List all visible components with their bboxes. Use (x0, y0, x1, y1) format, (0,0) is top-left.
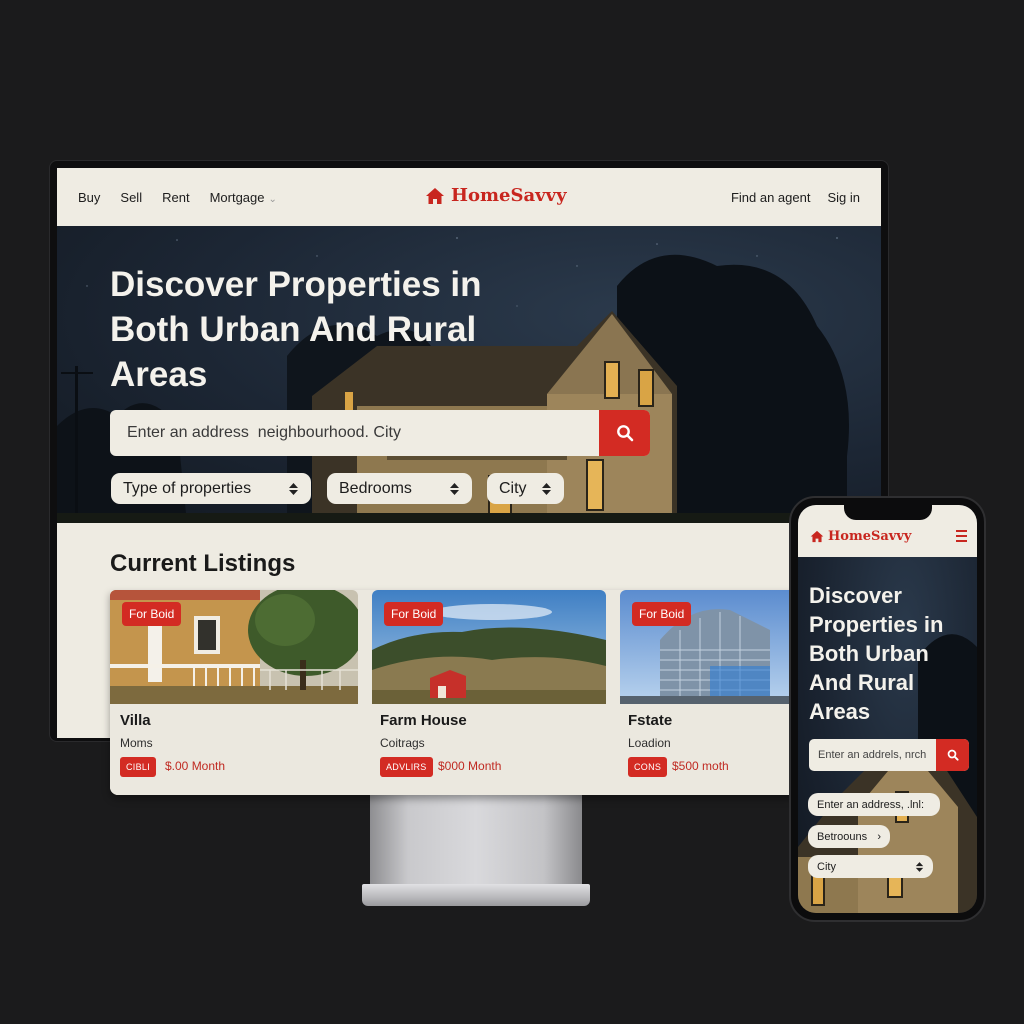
address-search-bar (110, 410, 650, 456)
nav-links: Buy Sell Rent Mortgage ⌄ (78, 190, 277, 205)
brand-name: HomeSavvy (451, 185, 567, 206)
search-icon (947, 749, 959, 761)
up-down-arrows-icon (450, 482, 459, 495)
listings-title: Current Listings (110, 550, 296, 577)
search-button[interactable] (599, 410, 650, 456)
nav-mortgage[interactable]: Mortgage ⌄ (210, 190, 277, 205)
listing-cards: For Boid Villa Moms CIBLI $.00 Month For… (110, 590, 800, 795)
listing-tag: ADVLIRS (380, 757, 433, 777)
filter-bedrooms[interactable]: Bedrooms (327, 473, 472, 504)
mobile-screen: HomeSavvy Discover Properties in Both Ur… (798, 505, 977, 913)
monitor-stand (370, 793, 582, 893)
mobile-search-button[interactable] (936, 739, 969, 771)
listing-card-villa[interactable]: For Boid Villa Moms CIBLI $.00 Month (110, 590, 358, 795)
search-icon (616, 425, 633, 442)
hero-title: Discover Properties in Both Urban And Ru… (110, 265, 482, 394)
listing-price: $.00 Month (165, 759, 226, 773)
listing-card-farm-house[interactable]: For Boid Farm House Coitrags ADVLIRS $00… (372, 590, 606, 795)
hamburger-menu-icon[interactable] (956, 530, 967, 545)
nav-account: Find an agent Sig in (731, 190, 860, 205)
chevron-right-icon: › (877, 830, 881, 843)
listing-badge: For Boid (122, 602, 182, 626)
listing-subtitle: Moms (120, 736, 153, 750)
nav-rent[interactable]: Rent (162, 190, 189, 205)
mobile-hero: Discover Properties in Both Urban And Ru… (798, 557, 977, 913)
brand-logo[interactable]: HomeSavvy (425, 185, 567, 206)
listing-tag: CIBLI (120, 757, 157, 777)
mobile-address-filter[interactable]: Enter an address, .lnl: (808, 793, 940, 816)
find-agent-link[interactable]: Find an agent (731, 190, 811, 205)
mobile-address-filter-label: Enter an address, .lnl: (817, 798, 925, 811)
listing-card-estate[interactable]: For Boid Fstate Loadion CONS $500 moth (620, 590, 800, 795)
listing-badge: For Boid (632, 602, 692, 626)
house-icon (810, 530, 824, 543)
mobile-bedrooms-filter-label: Betroouns (817, 830, 868, 843)
mobile-bedrooms-filter[interactable]: Betroouns › (808, 825, 890, 848)
nav-sell[interactable]: Sell (120, 190, 142, 205)
listing-tag: CONS (628, 757, 668, 777)
filter-city[interactable]: City (487, 473, 564, 504)
address-search-input[interactable] (110, 410, 599, 456)
listing-subtitle: Loadion (628, 736, 671, 750)
mobile-city-filter-label: City (817, 860, 836, 873)
phone-notch (844, 500, 932, 520)
filter-bedrooms-label: Bedrooms (339, 479, 412, 497)
filter-property-type[interactable]: Type of properties (111, 473, 311, 504)
listing-badge: For Boid (384, 602, 444, 626)
listing-title: Farm House (380, 712, 467, 729)
mobile-hero-title: Discover Properties in Both Urban And Ru… (809, 583, 944, 724)
sign-in-link[interactable]: Sig in (827, 190, 860, 205)
mobile-search-bar (809, 739, 969, 771)
listing-price: $000 Month (438, 759, 502, 773)
house-icon (426, 187, 444, 204)
filter-property-type-label: Type of properties (123, 479, 252, 497)
up-down-arrows-icon (542, 482, 551, 495)
listing-subtitle: Coitrags (380, 736, 425, 750)
up-down-arrows-icon (915, 861, 924, 872)
top-navbar: Buy Sell Rent Mortgage ⌄ HomeSavvy Find a… (57, 168, 881, 226)
mobile-city-filter[interactable]: City (808, 855, 933, 878)
mobile-brand-name: HomeSavvy (828, 529, 912, 544)
chevron-down-icon[interactable]: ⌄ (268, 194, 276, 205)
filter-city-label: City (499, 479, 527, 497)
listing-price: $500 moth (672, 759, 729, 773)
listing-title: Villa (120, 712, 151, 729)
nav-buy[interactable]: Buy (78, 190, 100, 205)
mobile-brand-logo[interactable]: HomeSavvy (810, 529, 911, 544)
nav-mortgage-label: Mortgage (209, 189, 265, 205)
up-down-arrows-icon (289, 482, 298, 495)
mobile-search-input[interactable] (809, 739, 936, 771)
monitor-stand-base (362, 884, 590, 906)
hero-section: Discover Properties in Both Urban And Ru… (57, 226, 881, 523)
listing-title: Fstate (628, 712, 673, 729)
